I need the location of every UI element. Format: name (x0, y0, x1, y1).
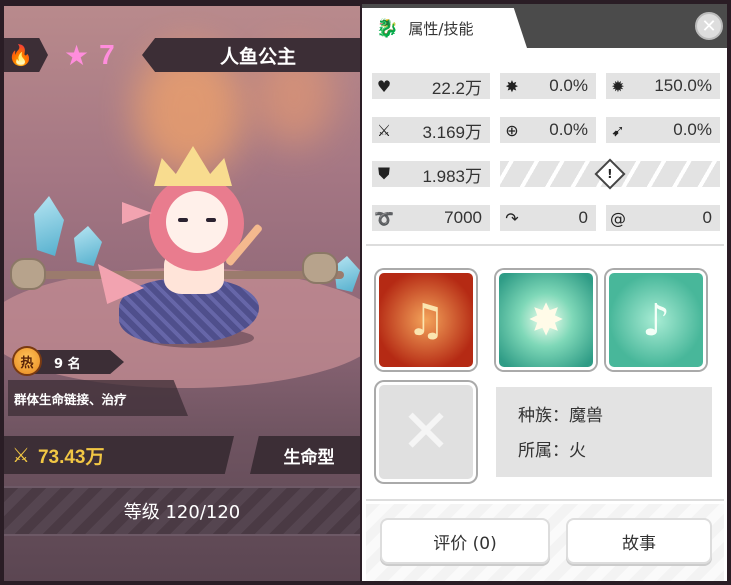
stat-b: @ 0 (606, 205, 720, 231)
skill-slot-2[interactable]: ✸ (496, 270, 596, 370)
button-area: 评价 (0) 故事 (366, 504, 724, 581)
gear-burst-icon: ✹ (611, 76, 625, 96)
burst-icon: ✸ (505, 76, 519, 96)
skill-slot-3[interactable]: ♪ (606, 270, 706, 370)
stat-accuracy: ⊕ 0.0% (500, 117, 596, 143)
warning-diamond-icon[interactable]: ! (594, 158, 626, 190)
character-eye (206, 218, 216, 222)
hero-header: 🔥 ★ 7 人鱼公主 (4, 38, 360, 72)
claw-icon: ⚔ (376, 120, 392, 140)
stat-value: 0.0% (549, 76, 588, 95)
stat-dodge: ➹ 0.0% (606, 117, 720, 143)
star-rating: ★ 7 (64, 38, 115, 72)
log-decoration (10, 258, 46, 290)
stat-attack: ⚔ 3.169万 (372, 117, 490, 143)
hero-type-bar: 生命型 (250, 436, 360, 474)
divider (366, 499, 724, 501)
tab-strip: 🐉 属性/技能 ✕ (362, 4, 727, 48)
spiral-icon: @ (610, 208, 626, 228)
hero-showcase: 🔥 ★ 7 人鱼公主 9 名 热 群体生命链接、治疗 ⚔ 73.43万 生命型 … (4, 6, 360, 581)
hero-name-bar: 人鱼公主 (142, 38, 360, 72)
stat-value: 0 (702, 208, 712, 227)
stat-value: 0 (578, 208, 588, 227)
rank-bar: 9 名 (32, 350, 124, 374)
empty-slot-icon: ✕ (400, 397, 452, 467)
heart-icon: ♥ (376, 76, 392, 96)
crossed-swords-icon: ⚔ (12, 443, 30, 467)
stat-a: ↷ 0 (500, 205, 596, 231)
music-note-icon: ♫ (406, 294, 446, 346)
dodge-icon: ➹ (611, 120, 625, 140)
hero-info-box: 种族：魔兽 所属：火 (496, 387, 712, 477)
story-button[interactable]: 故事 (566, 518, 712, 564)
level-text: 等级 120/120 (123, 502, 241, 523)
crystal-decoration (34, 196, 64, 256)
power-value: 73.43万 (37, 446, 105, 468)
stat-value: 7000 (444, 208, 482, 227)
character-ear-fin (122, 202, 152, 224)
tab-attributes-skills[interactable]: 🐉 属性/技能 (362, 8, 527, 48)
hero-faction: 所属：火 (518, 441, 586, 461)
stat-defense: ⛊ 1.983万 (372, 161, 490, 187)
star-icon: ★ (64, 38, 90, 72)
power-bar: ⚔ 73.43万 (4, 436, 234, 474)
popularity-rank: 9 名 热 (8, 344, 128, 380)
shield-icon: ⛊ (377, 164, 390, 183)
close-button[interactable]: ✕ (695, 12, 723, 40)
skill-slot-empty[interactable]: ✕ (376, 382, 476, 482)
hero-type: 生命型 (283, 447, 335, 468)
hero-description-bar: 群体生命链接、治疗 (8, 380, 188, 416)
stat-value: 150.0% (654, 76, 712, 95)
divider (366, 244, 724, 246)
log-decoration (302, 252, 338, 284)
tab-label: 属性/技能 (408, 19, 474, 38)
locked-stat-bar: ! (500, 158, 720, 190)
stat-value: 0.0% (673, 120, 712, 139)
review-button[interactable]: 评价 (0) (380, 518, 550, 564)
stat-crit-rate: ✸ 0.0% (500, 73, 596, 99)
music-note-icon: ♪ (641, 294, 671, 346)
skill-slot-1[interactable]: ♫ (376, 270, 476, 370)
dragon-icon: 🐉 (376, 17, 399, 39)
close-icon: ✕ (701, 15, 717, 37)
stat-hp: ♥ 22.2万 (372, 73, 490, 99)
burst-icon: ✸ (527, 294, 565, 346)
swirl-icon: ➰ (374, 208, 394, 228)
stat-crit-damage: ✹ 150.0% (606, 73, 720, 99)
power-row: ⚔ 73.43万 生命型 (4, 436, 360, 474)
character-face (166, 191, 228, 253)
attributes-panel: 🐉 属性/技能 ✕ ♥ 22.2万 ✸ 0.0% ✹ 150.0% ⚔ 3.16… (362, 4, 727, 581)
star-count: 7 (99, 39, 115, 70)
stat-value: 0.0% (549, 120, 588, 139)
hero-race: 种族：魔兽 (518, 406, 603, 426)
level-bar: 等级 120/120 (4, 486, 360, 536)
hot-badge-icon: 热 (12, 346, 42, 376)
stat-speed: ➰ 7000 (372, 205, 490, 231)
rank-text: 9 名 (54, 356, 81, 372)
crystal-decoration (74, 226, 102, 266)
stat-value: 1.983万 (422, 166, 482, 186)
crosshair-icon: ⊕ (505, 120, 519, 140)
arrow-curve-icon: ↷ (505, 208, 519, 228)
stat-value: 22.2万 (431, 78, 482, 98)
hero-name: 人鱼公主 (219, 45, 296, 68)
stat-value: 3.169万 (422, 122, 482, 142)
character-eye (178, 218, 188, 222)
hero-description: 群体生命链接、治疗 (14, 391, 127, 407)
fire-icon: 🔥 (8, 43, 33, 67)
